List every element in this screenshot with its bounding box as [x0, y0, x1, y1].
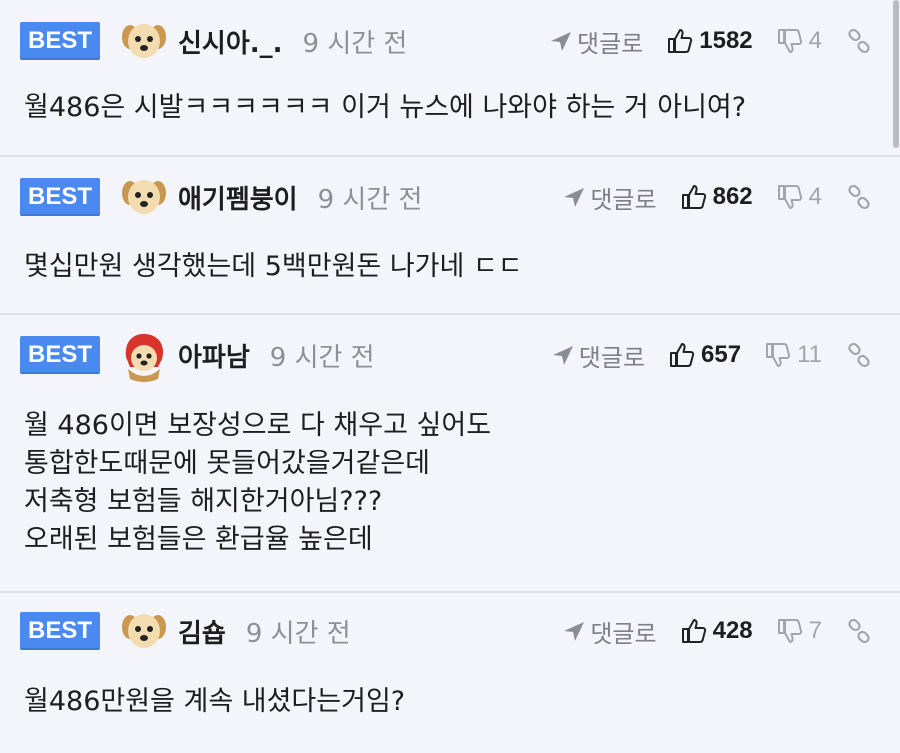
best-badge: BEST — [20, 22, 100, 60]
downvote-count: 7 — [808, 617, 822, 644]
thumbs-down-icon — [777, 619, 802, 643]
reply-label: 댓글로 — [590, 185, 657, 214]
link-icon — [848, 618, 870, 644]
avatar-puppy[interactable] — [120, 17, 168, 65]
thumbs-up-icon — [668, 29, 693, 53]
thumbs-up-icon — [681, 619, 706, 643]
share-link-button[interactable] — [846, 184, 872, 210]
thumbs-down-icon — [766, 343, 791, 367]
reply-label: 댓글로 — [590, 619, 657, 648]
reply-label: 댓글로 — [577, 29, 644, 58]
upvote-button[interactable]: 657 — [669, 341, 741, 369]
timestamp: 9 시간 전 — [317, 184, 423, 215]
downvote-count: 4 — [808, 27, 822, 54]
link-icon — [848, 28, 870, 54]
timestamp: 9 시간 전 — [269, 342, 375, 373]
comment-text: 월 486이면 보장성으로 다 채우고 싶어도 통합한도때문에 못들어갔을거같은… — [24, 410, 492, 555]
comment-text: 월486은 시발ㅋㅋㅋㅋㅋㅋ 이거 뉴스에 나와야 하는 거 아니여? — [24, 92, 747, 123]
nickname[interactable]: 신시아._. — [178, 23, 283, 60]
best-badge: BEST — [20, 178, 100, 216]
downvote-button[interactable]: 4 — [777, 27, 822, 55]
reply-button[interactable]: 댓글로 — [562, 180, 657, 215]
upvote-button[interactable]: 428 — [681, 617, 753, 645]
timestamp: 9 시간 전 — [302, 28, 408, 59]
nickname[interactable]: 김숍 — [178, 613, 226, 650]
best-badge: BEST — [20, 612, 100, 650]
upvote-button[interactable]: 1582 — [667, 27, 753, 55]
link-icon — [848, 342, 870, 368]
send-arrow-icon — [551, 32, 571, 51]
upvote-button[interactable]: 862 — [681, 183, 753, 211]
avatar-red-hood-puppy[interactable] — [120, 331, 168, 382]
comment-text: 월486만원을 계속 내셨다는거임? — [24, 686, 406, 717]
comment-item: BEST 아파남 9 시간 전 댓글로 657 11 월 486이면 보장성으로… — [0, 315, 900, 593]
downvote-count: 4 — [808, 183, 822, 210]
upvote-count: 862 — [712, 183, 753, 210]
best-badge: BEST — [20, 336, 100, 374]
timestamp: 9 시간 전 — [245, 618, 351, 649]
send-arrow-icon — [564, 622, 585, 641]
comment-item: BEST 김숍 9 시간 전 댓글로 428 7 월486만원을 계속 내셨다는… — [0, 593, 900, 753]
downvote-button[interactable]: 4 — [777, 183, 822, 211]
downvote-button[interactable]: 7 — [777, 617, 822, 645]
comment-item: BEST 신시아._. 9 시간 전 댓글로 1582 4 월486은 시발ㅋㅋ… — [0, 0, 900, 157]
downvote-count: 11 — [797, 341, 822, 368]
comment-text: 몇십만원 생각했는데 5백만원돈 나가네 ㄷㄷ — [24, 251, 523, 282]
nickname[interactable]: 아파남 — [178, 337, 250, 374]
avatar-puppy[interactable] — [120, 607, 168, 655]
send-arrow-icon — [552, 346, 573, 365]
share-link-button[interactable] — [846, 618, 872, 644]
reply-button[interactable]: 댓글로 — [551, 338, 645, 373]
reply-button[interactable]: 댓글로 — [549, 24, 643, 59]
thumbs-up-icon — [670, 343, 695, 367]
thumbs-up-icon — [681, 185, 706, 209]
downvote-button[interactable]: 11 — [765, 341, 822, 369]
reply-button[interactable]: 댓글로 — [562, 614, 657, 649]
link-icon — [848, 184, 870, 210]
thumbs-down-icon — [777, 29, 802, 53]
comment-item: BEST 애기펨붕이 9 시간 전 댓글로 862 4 몇십만원 생각했는데 5… — [0, 157, 900, 315]
share-link-button[interactable] — [846, 342, 872, 368]
avatar-puppy[interactable] — [120, 173, 168, 221]
share-link-button[interactable] — [846, 28, 872, 54]
send-arrow-icon — [564, 188, 585, 207]
upvote-count: 428 — [712, 617, 753, 644]
nickname[interactable]: 애기펨붕이 — [178, 179, 298, 216]
upvote-count: 1582 — [699, 27, 753, 54]
thumbs-down-icon — [777, 185, 802, 209]
reply-label: 댓글로 — [578, 343, 646, 372]
upvote-count: 657 — [701, 341, 742, 368]
